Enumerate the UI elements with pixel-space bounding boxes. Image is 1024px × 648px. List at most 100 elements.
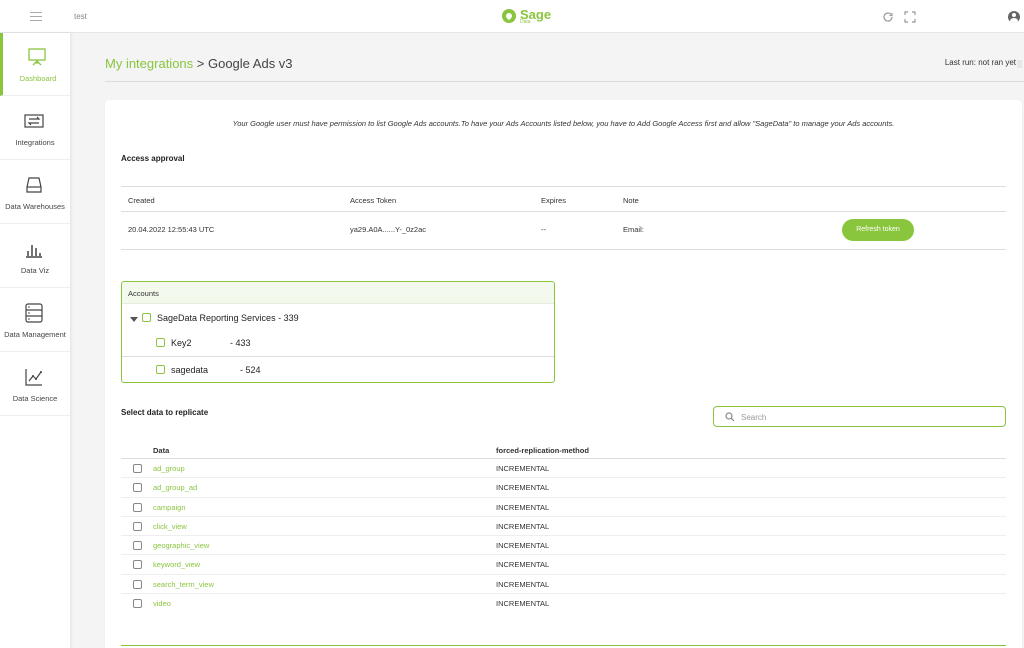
replication-table: Data forced-replication-method ad_group … xyxy=(121,442,1006,613)
line-graph-icon xyxy=(25,369,42,386)
stream-name-link[interactable]: campaign xyxy=(153,503,186,512)
sidebar-item-integrations[interactable]: Integrations xyxy=(0,97,70,160)
bar-chart-icon xyxy=(26,245,42,258)
sidebar-item-data-management[interactable]: Data Management xyxy=(0,289,70,352)
expand-caret-icon[interactable] xyxy=(130,317,138,322)
sidebar-item-data-warehouses[interactable]: Data Warehouses xyxy=(0,161,70,224)
breadcrumb: My integrations > Google Ads v3 xyxy=(105,56,293,71)
replication-method: INCREMENTAL xyxy=(496,464,550,473)
permission-notice: Your Google user must have permission to… xyxy=(232,119,895,128)
accounts-header: Accounts xyxy=(122,282,554,304)
workspace-title: test xyxy=(74,12,87,21)
row-checkbox[interactable] xyxy=(133,541,142,551)
refresh-icon[interactable] xyxy=(882,11,894,23)
accounts-title: Accounts xyxy=(128,289,159,298)
row-checkbox[interactable] xyxy=(133,521,142,531)
presentation-board-icon xyxy=(28,48,46,66)
sidebar-item-label: Dashboard xyxy=(19,74,57,83)
page-title: Google Ads v3 xyxy=(207,56,293,71)
stream-name-link[interactable]: ad_group xyxy=(153,464,185,473)
logo-mark-icon xyxy=(502,9,516,23)
refresh-token-button[interactable]: Refresh token xyxy=(842,219,914,241)
fullscreen-icon[interactable] xyxy=(904,11,916,23)
sidebar-item-label: Integrations xyxy=(15,138,55,147)
replication-method: INCREMENTAL xyxy=(496,579,550,589)
account-checkbox[interactable] xyxy=(142,313,151,322)
sidebar: Dashboard Integrations Data Warehouses D… xyxy=(0,33,70,648)
replication-method: INCREMENTAL xyxy=(496,599,550,609)
account-name: Key2 xyxy=(171,338,192,348)
column-header-note: Note xyxy=(623,196,639,205)
stream-name-link[interactable]: ad_group_ad xyxy=(153,483,197,492)
server-rack-icon xyxy=(25,303,43,323)
sidebar-item-label: Data Science xyxy=(12,394,58,403)
select-data-title: Select data to replicate xyxy=(121,408,209,417)
stream-name-link[interactable]: video xyxy=(153,599,171,608)
logo-subtext: Data xyxy=(520,18,531,25)
last-run-status: Last run: not ran yet xyxy=(944,58,1016,67)
sidebar-item-label: Data Viz xyxy=(20,266,50,275)
scrollbar[interactable] xyxy=(1017,60,1022,68)
sagedata-logo[interactable]: Sage Data xyxy=(502,6,551,26)
account-name: SageData Reporting Services - 339 xyxy=(157,313,299,323)
stream-name-link[interactable]: geographic_view xyxy=(153,541,209,550)
account-id: - 524 xyxy=(240,365,261,375)
accounts-panel: Accounts SageData Reporting Services - 3… xyxy=(121,281,555,383)
table-row: ad_group INCREMENTAL xyxy=(121,459,1006,479)
menu-icon[interactable] xyxy=(30,12,42,22)
stream-name-link[interactable]: search_term_view xyxy=(153,580,214,589)
row-checkbox[interactable] xyxy=(133,502,142,512)
account-name: sagedata xyxy=(171,365,209,375)
account-row-child: Key2 - 433 xyxy=(122,331,554,355)
sidebar-item-data-science[interactable]: Data Science xyxy=(0,353,70,416)
stream-name-link[interactable]: click_view xyxy=(153,522,187,531)
row-checkbox[interactable] xyxy=(133,464,142,473)
hard-drive-icon xyxy=(26,177,42,193)
replication-table-header: Data forced-replication-method xyxy=(121,442,1006,459)
expires-value: -- xyxy=(541,225,546,234)
row-checkbox[interactable] xyxy=(133,483,142,493)
access-table-header: Created Access Token Expires Note xyxy=(121,186,1006,212)
breadcrumb-link-my-integrations[interactable]: My integrations xyxy=(105,56,193,71)
row-checkbox[interactable] xyxy=(133,579,142,589)
sidebar-item-data-viz[interactable]: Data Viz xyxy=(0,225,70,288)
account-row-child: sagedata - 524 xyxy=(122,358,554,382)
column-header-access-token: Access Token xyxy=(350,196,397,205)
integration-card: Your Google user must have permission to… xyxy=(105,100,1022,648)
table-row: click_view INCREMENTAL xyxy=(121,517,1006,537)
replication-method: INCREMENTAL xyxy=(496,521,550,531)
access-table-row: 20.04.2022 12:55:43 UTC ya29.A0A......Y-… xyxy=(121,212,1006,250)
breadcrumb-separator: > xyxy=(193,56,208,71)
replication-method: INCREMENTAL xyxy=(496,483,550,493)
row-checkbox[interactable] xyxy=(133,560,142,570)
stream-name-link[interactable]: keyword_view xyxy=(153,560,200,569)
search-icon xyxy=(725,412,735,422)
table-row: geographic_view INCREMENTAL xyxy=(121,536,1006,556)
table-row: video INCREMENTAL xyxy=(121,594,1006,613)
sidebar-item-dashboard[interactable]: Dashboard xyxy=(0,33,70,96)
table-row: campaign INCREMENTAL xyxy=(121,498,1006,517)
header-divider xyxy=(105,81,1024,82)
sidebar-item-label: Data Warehouses xyxy=(5,202,65,211)
account-checkbox[interactable] xyxy=(156,365,165,374)
access-approval-title: Access approval xyxy=(121,154,185,163)
user-account-icon[interactable] xyxy=(1008,11,1020,23)
note-value: Email: xyxy=(623,225,644,234)
search-input[interactable] xyxy=(741,410,996,424)
replication-method: INCREMENTAL xyxy=(496,541,550,551)
account-id: - 433 xyxy=(230,338,251,348)
search-field[interactable] xyxy=(713,406,1006,427)
column-header-expires: Expires xyxy=(541,196,567,205)
sidebar-item-label: Data Management xyxy=(4,330,66,339)
column-header-replication-method: forced-replication-method xyxy=(496,446,589,455)
account-row-parent: SageData Reporting Services - 339 xyxy=(122,306,554,330)
created-value: 20.04.2022 12:55:43 UTC xyxy=(128,225,215,234)
replication-method: INCREMENTAL xyxy=(496,502,550,512)
account-checkbox[interactable] xyxy=(156,338,165,347)
access-table: Created Access Token Expires Note 20.04.… xyxy=(121,186,1006,250)
table-row: search_term_view INCREMENTAL xyxy=(121,575,1006,595)
row-checkbox[interactable] xyxy=(133,599,142,609)
section-divider xyxy=(121,645,1006,646)
table-row: ad_group_ad INCREMENTAL xyxy=(121,478,1006,498)
top-bar: test Sage Data xyxy=(0,0,1024,33)
